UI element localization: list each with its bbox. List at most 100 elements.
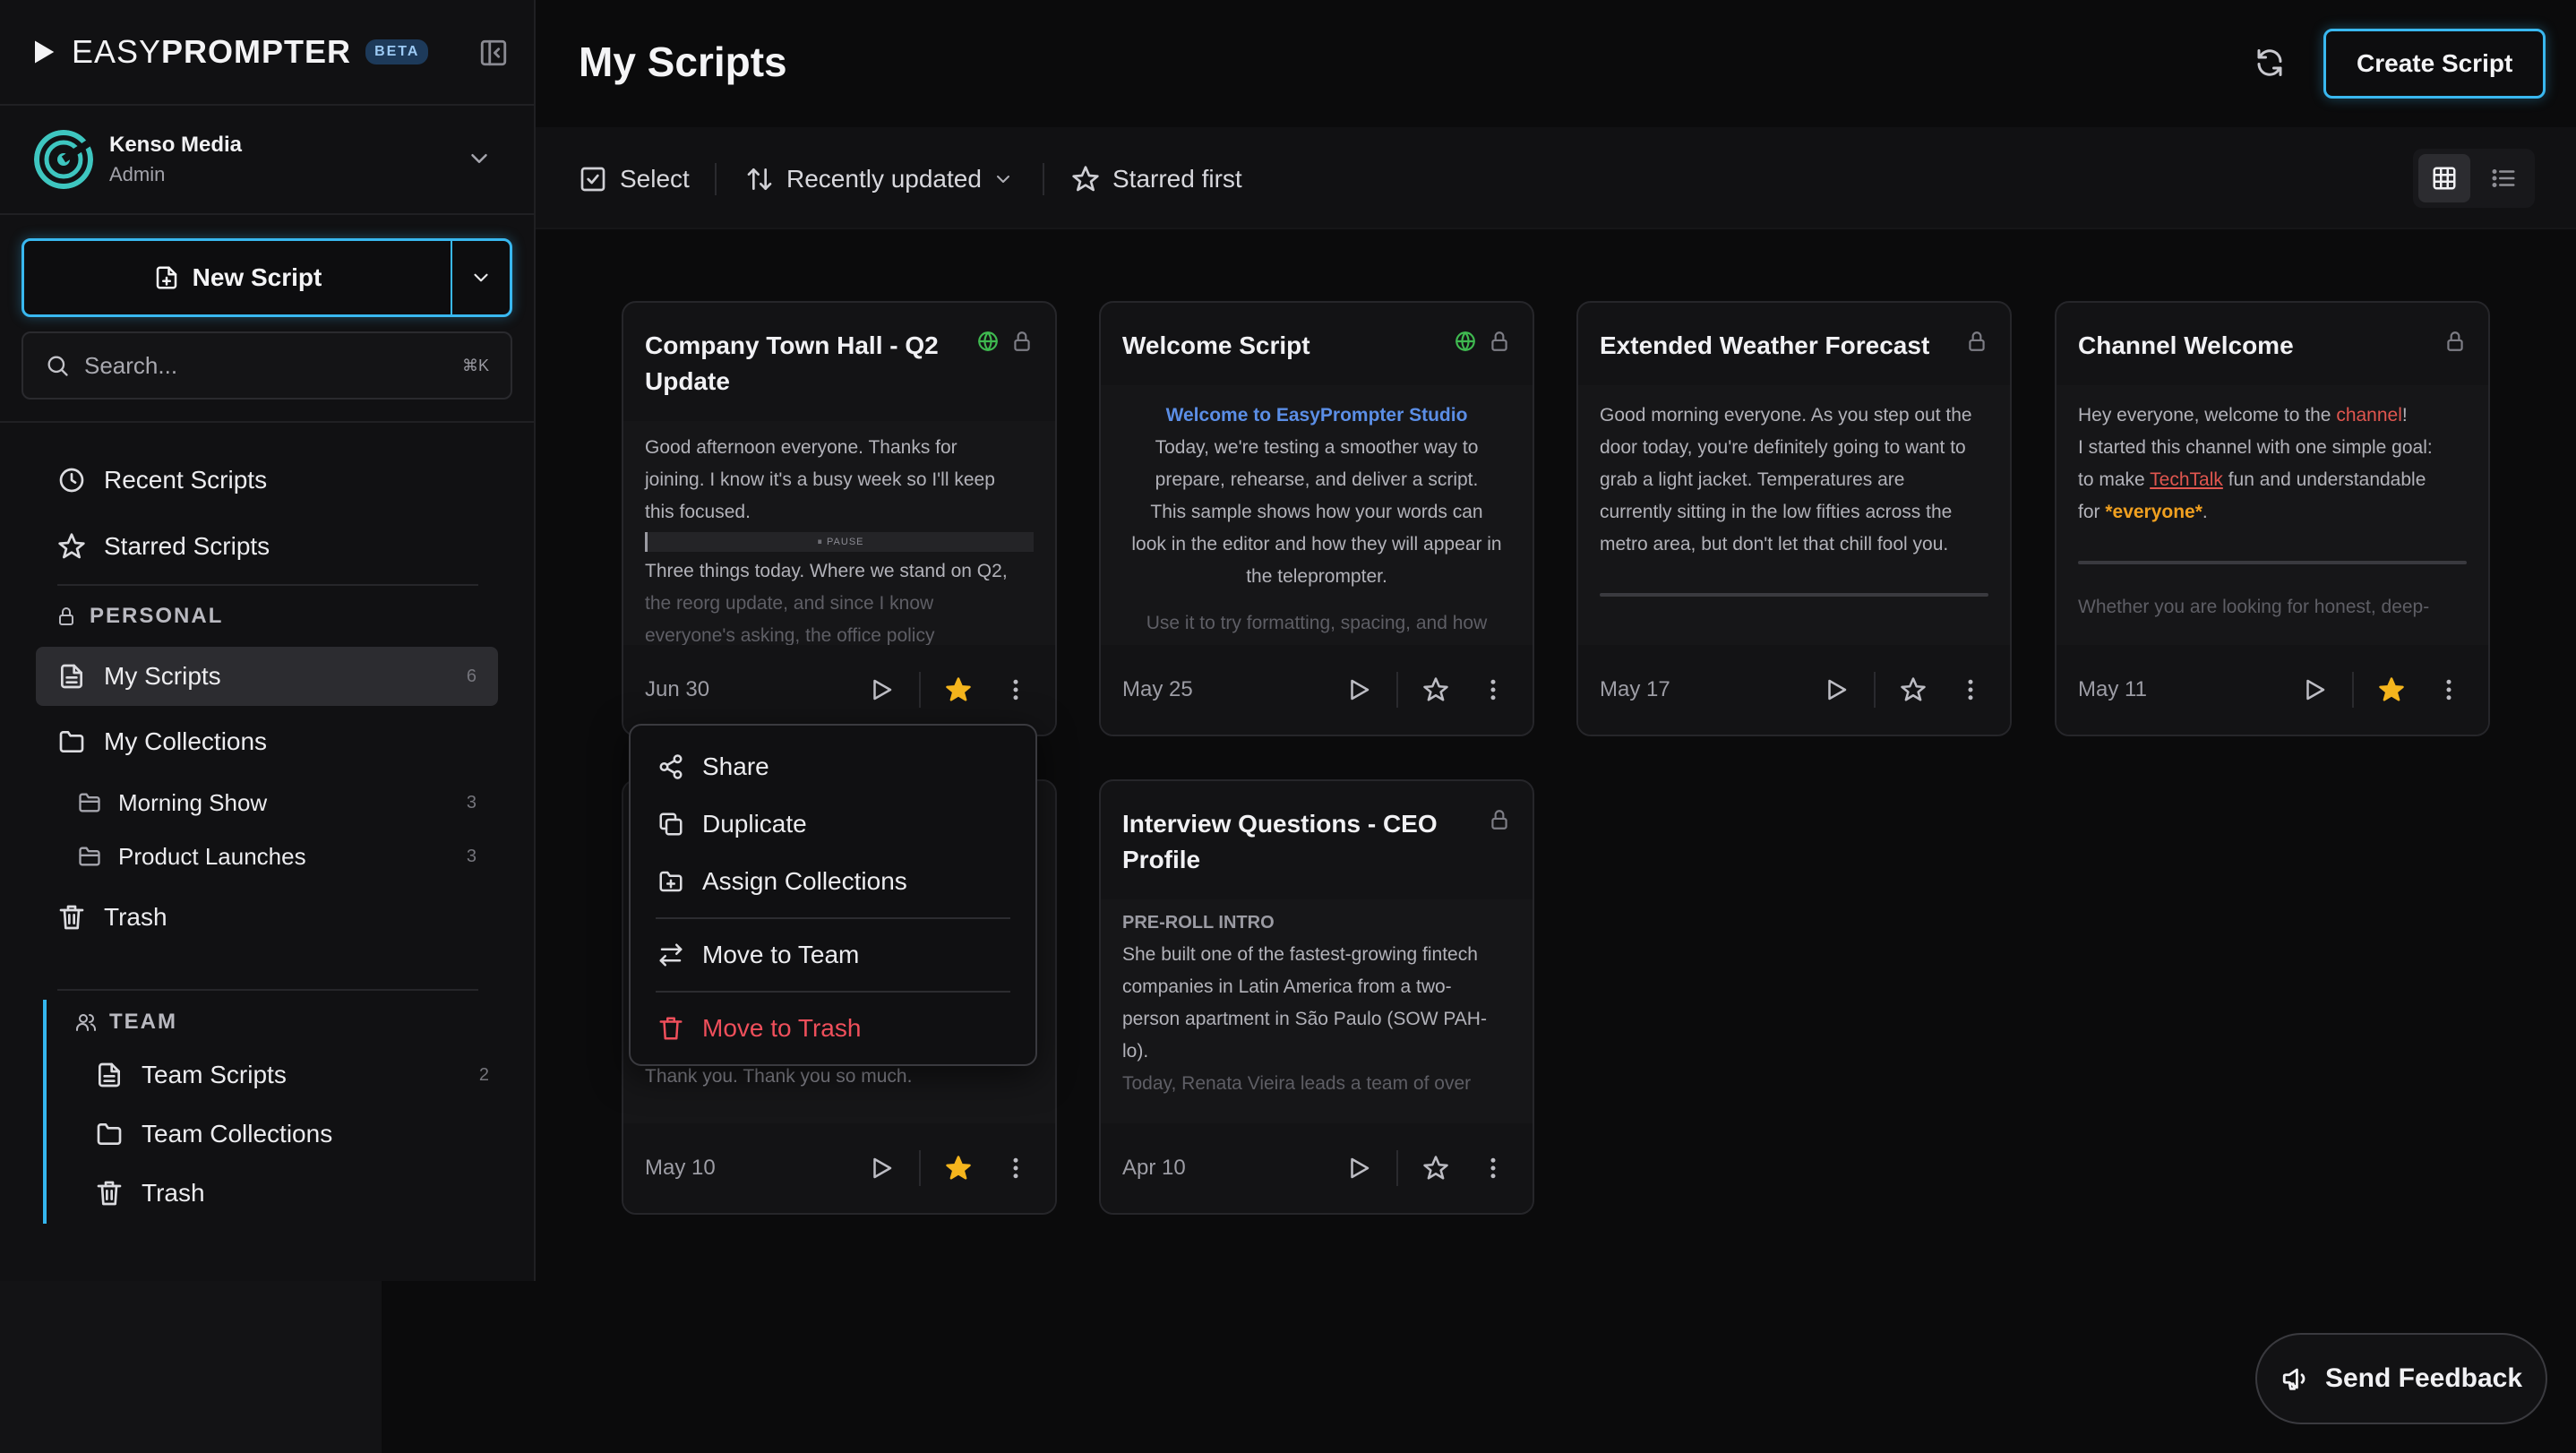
collection-product-launches[interactable]: Product Launches 3	[77, 831, 498, 881]
send-feedback-button[interactable]: Send Feedback	[2255, 1333, 2547, 1424]
card-footer: May 10	[623, 1123, 1055, 1213]
script-preview: Good afternoon everyone. Thanks for join…	[623, 421, 1055, 649]
card-status-icons	[1488, 808, 1511, 831]
kebab-icon[interactable]	[1475, 672, 1511, 708]
sidebar-item-label: Trash	[142, 1179, 205, 1207]
sidebar-item-team-scripts[interactable]: Team Scripts 2	[95, 1048, 489, 1102]
script-card[interactable]: Interview Questions - CEO Profile PRE-RO…	[1099, 779, 1534, 1215]
sidebar-item-my-scripts[interactable]: My Scripts 6	[36, 647, 498, 706]
preview-line: this focused.	[645, 502, 751, 522]
kebab-icon[interactable]	[1953, 672, 1988, 708]
sidebar-item-my-collections[interactable]: My Collections	[36, 712, 498, 771]
preview-line: Hey everyone, welcome to the channel!	[2078, 405, 2408, 426]
kebab-icon[interactable]	[998, 672, 1034, 708]
folder-icon	[57, 727, 86, 756]
star-icon[interactable]	[1895, 672, 1931, 708]
play-icon	[30, 37, 57, 67]
star-icon[interactable]	[1418, 1150, 1454, 1186]
card-footer: Jun 30	[623, 645, 1055, 735]
beta-badge: BETA	[365, 39, 429, 64]
card-date: Jun 30	[645, 677, 710, 701]
create-script-button[interactable]: Create Script	[2323, 29, 2546, 99]
menu-item-label: Assign Collections	[702, 867, 907, 895]
menu-item-duplicate[interactable]: Duplicate	[631, 795, 1035, 853]
menu-item-share[interactable]: Share	[631, 738, 1035, 795]
account-switcher[interactable]: Kenso Media Admin	[0, 106, 534, 215]
sidebar-item-team-trash[interactable]: Trash	[95, 1166, 489, 1220]
checkbox-icon	[579, 165, 607, 193]
play-icon[interactable]	[863, 672, 899, 708]
play-icon[interactable]	[1341, 672, 1377, 708]
search-placeholder: Search...	[84, 351, 178, 379]
refresh-icon[interactable]	[2254, 47, 2286, 79]
globe-icon	[976, 330, 1000, 353]
select-label: Select	[620, 165, 690, 193]
star-icon[interactable]	[1418, 672, 1454, 708]
search-input[interactable]: Search... ⌘K	[21, 331, 512, 400]
sidebar-item-team-collections[interactable]: Team Collections	[95, 1107, 489, 1161]
play-icon[interactable]	[863, 1150, 899, 1186]
collection-morning-show[interactable]: Morning Show 3	[77, 778, 498, 828]
grid-view-button[interactable]	[2418, 154, 2470, 202]
chevron-down-icon	[469, 266, 493, 289]
divider	[57, 989, 478, 991]
trash-icon	[57, 903, 86, 932]
sidebar-item-trash[interactable]: Trash	[36, 888, 498, 947]
new-script-button-group: New Script	[21, 238, 512, 317]
duplicate-icon	[657, 811, 684, 838]
sidebar-item-label: Recent Scripts	[104, 466, 268, 494]
grid-icon	[2431, 165, 2458, 192]
menu-item-label: Move to Team	[702, 941, 860, 968]
play-icon[interactable]	[1341, 1150, 1377, 1186]
kebab-icon[interactable]	[2431, 672, 2467, 708]
star-icon[interactable]	[940, 1150, 976, 1186]
sidebar-item-recent-scripts[interactable]: Recent Scripts	[36, 451, 498, 510]
sidebar-item-label: Starred Scripts	[104, 532, 270, 560]
star-icon[interactable]	[940, 672, 976, 708]
kebab-icon[interactable]	[998, 1150, 1034, 1186]
starred-first-label: Starred first	[1112, 165, 1242, 193]
folder-icon	[95, 1120, 124, 1148]
play-icon[interactable]	[2297, 672, 2332, 708]
play-icon[interactable]	[1818, 672, 1854, 708]
divider	[919, 672, 921, 708]
new-script-button[interactable]: New Script	[24, 241, 451, 314]
globe-icon	[1454, 330, 1477, 353]
script-card[interactable]: Extended Weather Forecast Good morning e…	[1576, 301, 2012, 736]
card-status-icons	[2443, 330, 2467, 353]
script-card[interactable]: Channel Welcome Hey everyone, welcome to…	[2055, 301, 2490, 736]
sidebar-item-label: Team Collections	[142, 1120, 333, 1148]
star-icon[interactable]	[2374, 672, 2409, 708]
select-button[interactable]: Select	[579, 159, 690, 199]
script-preview: Hey everyone, welcome to the channel! I …	[2057, 385, 2488, 649]
script-card[interactable]: Welcome Script Welcome to EasyPrompter S…	[1099, 301, 1534, 736]
brand: EASYPROMPTER BETA	[0, 0, 534, 106]
script-card[interactable]: Company Town Hall - Q2 Update Good after…	[622, 301, 1057, 736]
preview-line: Use it to try formatting, spacing, and h…	[1146, 613, 1488, 633]
preview-line: the teleprompter.	[1246, 566, 1387, 587]
kebab-icon[interactable]	[1475, 1150, 1511, 1186]
menu-item-assign-collections[interactable]: Assign Collections	[631, 853, 1035, 910]
card-footer: May 11	[2057, 645, 2488, 735]
preview-line: This sample shows how your words can	[1150, 502, 1483, 522]
sidebar-toggle-icon[interactable]	[478, 38, 509, 68]
list-view-button[interactable]	[2477, 154, 2529, 202]
preview-line: the reorg update, and since I know	[645, 593, 934, 614]
new-script-dropdown[interactable]	[451, 241, 510, 314]
menu-item-move-to-trash[interactable]: Move to Trash	[631, 1000, 1035, 1057]
sort-label: Recently updated	[786, 165, 982, 193]
item-count: 3	[466, 846, 477, 866]
preview-line: prepare, rehearse, and deliver a script.	[1155, 469, 1479, 490]
sort-icon	[745, 165, 774, 193]
card-status-icons	[1454, 330, 1511, 353]
section-label: TEAM	[109, 1010, 177, 1034]
menu-item-move-to-team[interactable]: Move to Team	[631, 926, 1035, 984]
sort-dropdown[interactable]: Recently updated	[745, 159, 1026, 199]
collection-label: Product Launches	[118, 842, 306, 870]
divider	[656, 991, 1010, 993]
chevron-down-icon	[992, 168, 1014, 190]
script-preview: Welcome to EasyPrompter Studio Today, we…	[1101, 385, 1533, 649]
search-shortcut: ⌘K	[461, 356, 489, 374]
sidebar-item-starred-scripts[interactable]: Starred Scripts	[36, 517, 498, 576]
starred-first-toggle[interactable]: Starred first	[1071, 159, 1242, 199]
